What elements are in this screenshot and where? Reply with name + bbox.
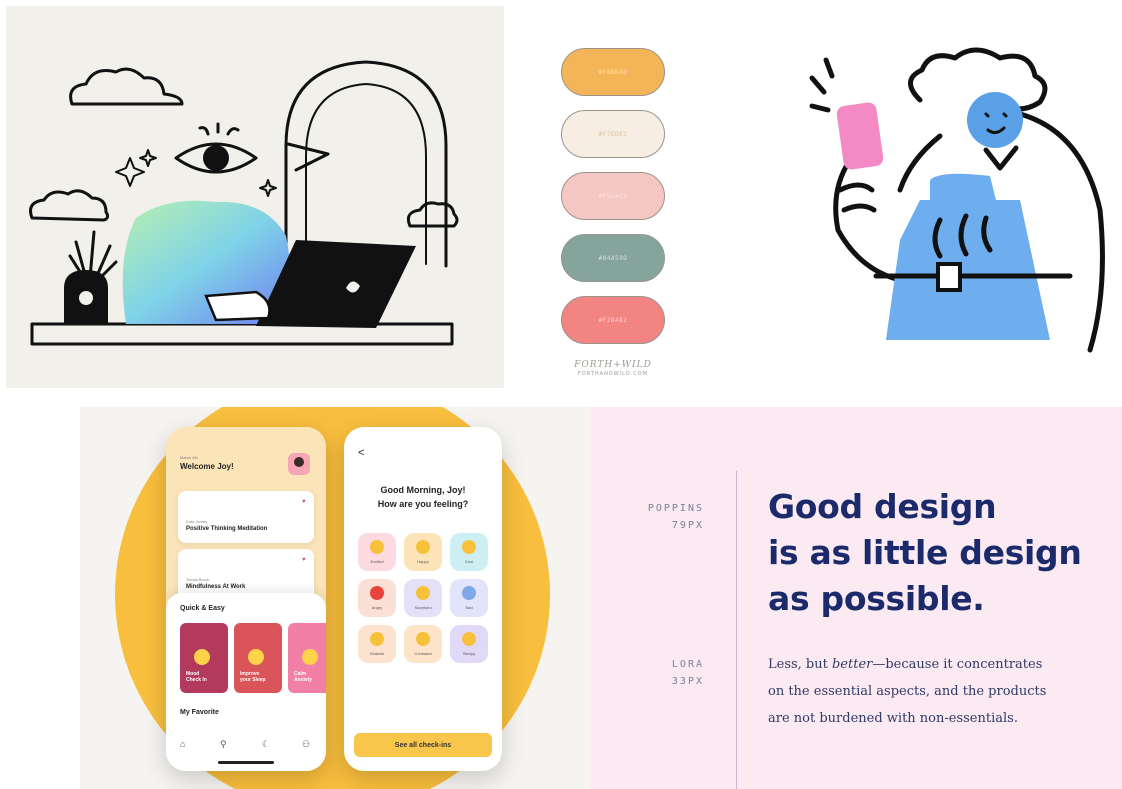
mood-label: Sleepy — [462, 651, 476, 656]
checkin-screen: < Good Morning, Joy! How are you feeling… — [344, 427, 502, 771]
cloud-icon — [29, 189, 110, 222]
palette-swatch: #F5CAC3 — [561, 172, 665, 220]
divider — [736, 471, 737, 789]
heart-icon[interactable]: ♥ — [302, 557, 306, 563]
session-card[interactable]: Kate James Positive Thinking Meditation … — [178, 491, 314, 543]
home-icon[interactable]: ⌂ — [180, 739, 185, 749]
swatch-hex: #84A59D — [598, 254, 628, 262]
mood-cool[interactable]: Cool — [450, 533, 488, 571]
moon-icon[interactable]: ☾ — [262, 739, 270, 750]
heart-icon[interactable]: ♥ — [302, 499, 306, 505]
palette-swatch: #84A59D — [561, 234, 665, 282]
emoji-icon — [462, 540, 476, 554]
tile-mood-check-in[interactable]: Mood Check In — [180, 623, 228, 693]
chick-icon — [194, 649, 210, 665]
home-date: March 4th — [180, 455, 198, 460]
mood-happy[interactable]: Happy — [404, 533, 442, 571]
mood-label: Happy — [417, 559, 429, 564]
button-label: See all check-ins — [394, 741, 452, 749]
body-line: on the essential aspects, and the produc… — [768, 684, 1047, 699]
body-line: Less, but better—because it concentrates — [768, 657, 1042, 672]
mood-excited[interactable]: Excited — [358, 533, 396, 571]
avatar[interactable] — [288, 453, 310, 475]
sparkle-icon — [115, 157, 145, 187]
card-title: Mindfulness At Work — [186, 584, 246, 590]
brand-name: FORTH+WILD — [574, 360, 652, 370]
tile-calm-anxiety[interactable]: Calm Anxiety — [288, 623, 326, 693]
search-icon[interactable]: ⚲ — [220, 739, 227, 750]
emoji-icon — [416, 586, 430, 600]
body-font-name: LORA — [671, 659, 704, 670]
emoji-icon — [370, 586, 384, 600]
headline-line: as possible. — [768, 579, 985, 618]
headline-line: is as little design — [768, 533, 1082, 572]
mood-surprised[interactable]: Surprised — [404, 579, 442, 617]
emoji-icon — [370, 540, 384, 554]
mobile-app-mockup: March 4th Welcome Joy! Kate James Positi… — [80, 407, 590, 789]
tile-label: Improve your Sleep — [240, 671, 266, 683]
mood-sad[interactable]: Sad — [450, 579, 488, 617]
brand-site: FORTHANDWILD.COM — [577, 371, 649, 377]
sparkle-icon — [139, 149, 157, 167]
mood-confused[interactable]: Confused — [404, 625, 442, 663]
mood-label: Angry — [371, 605, 383, 610]
mood-grateful[interactable]: Grateful — [358, 625, 396, 663]
mood-angry[interactable]: Angry — [358, 579, 396, 617]
typography-specimen: POPPINS 79PX Good design is as little de… — [590, 407, 1122, 789]
quick-title: Quick & Easy — [180, 605, 225, 612]
sparkle-icon — [259, 179, 277, 197]
body-line: are not burdened with non-essentials. — [768, 711, 1018, 726]
mood-sleepy[interactable]: Sleepy — [450, 625, 488, 663]
emoji-icon — [462, 632, 476, 646]
sleepy-icon — [248, 649, 264, 665]
swatch-hex: #F8BD4D — [598, 68, 628, 76]
home-greeting: Welcome Joy! — [180, 462, 234, 471]
card-title: Positive Thinking Meditation — [186, 526, 268, 532]
illustration-shopper — [790, 40, 1120, 360]
card-author: Tomas Brook — [186, 577, 210, 582]
cloud-icon — [69, 67, 184, 106]
palette-swatch: #F8BD4D — [561, 48, 665, 96]
calm-icon — [302, 649, 318, 665]
body-text: Less, but — [768, 657, 832, 672]
swatch-hex: #F28482 — [598, 316, 628, 324]
swatch-hex: #F7EDE2 — [598, 130, 628, 138]
tile-label: Mood Check In — [186, 671, 207, 683]
mood-label: Surprised — [414, 605, 432, 610]
profile-icon[interactable]: ⚇ — [302, 739, 310, 750]
body-text: —because it concentrates — [872, 657, 1043, 672]
avatar-face — [294, 457, 304, 467]
emoji-icon — [370, 632, 384, 646]
checkin-subtitle: How are you feeling? — [377, 499, 469, 509]
mood-label: Grateful — [369, 651, 385, 656]
palette-swatch: #F28482 — [561, 296, 665, 344]
emoji-icon — [416, 632, 430, 646]
emoji-icon — [462, 586, 476, 600]
mood-label: Cool — [464, 559, 474, 564]
tile-label: Calm Anxiety — [294, 671, 313, 683]
shopper-illustration — [809, 47, 1105, 353]
body-emphasis: better — [831, 657, 873, 672]
back-button[interactable]: < — [358, 447, 364, 459]
illustration-desk-worker — [6, 6, 504, 388]
mood-label: Confused — [414, 651, 432, 656]
heading-font-name: POPPINS — [647, 503, 704, 514]
checkin-title: Good Morning, Joy! — [380, 485, 466, 495]
swatch-hex: #F5CAC3 — [598, 192, 628, 200]
mood-label: Sad — [465, 605, 473, 610]
desk-illustration — [29, 60, 459, 346]
mood-label: Excited — [370, 559, 384, 564]
home-indicator — [218, 761, 274, 764]
cloud-icon — [406, 201, 459, 228]
heading-font-size: 79PX — [671, 520, 704, 531]
emoji-icon — [416, 540, 430, 554]
see-all-checkins-button[interactable]: See all check-ins — [354, 733, 492, 757]
home-screen: March 4th Welcome Joy! Kate James Positi… — [166, 427, 326, 771]
tile-improve-sleep[interactable]: Improve your Sleep — [234, 623, 282, 693]
body-font-size: 33PX — [671, 676, 704, 687]
card-author: Kate James — [186, 519, 208, 524]
favorite-title: My Favorite — [180, 709, 219, 716]
headline-line: Good design — [768, 487, 997, 526]
palette-swatch: #F7EDE2 — [561, 110, 665, 158]
